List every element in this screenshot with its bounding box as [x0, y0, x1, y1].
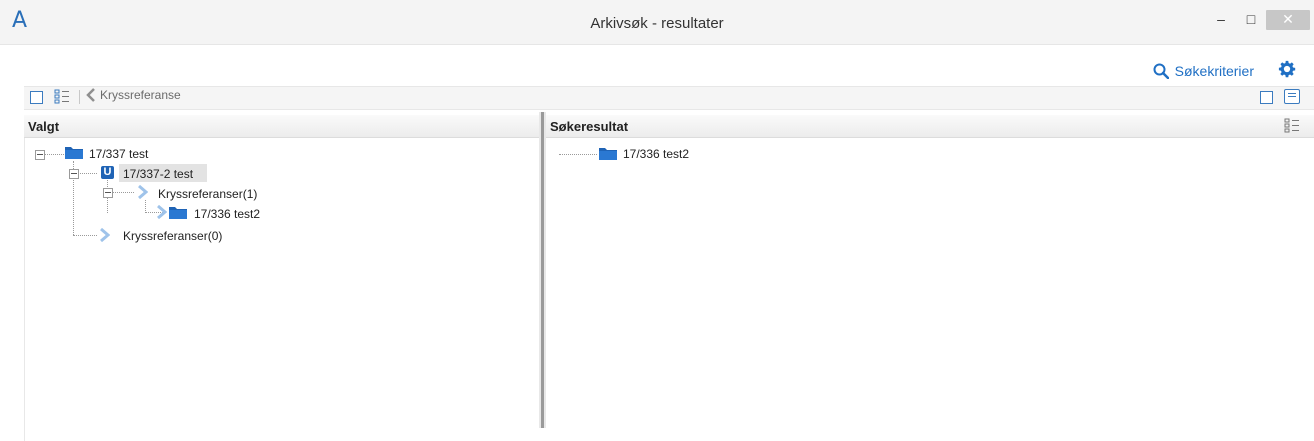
search-criteria-link[interactable]: Søkekriterier [1153, 63, 1254, 79]
document-badge-icon: U [101, 166, 114, 179]
minimize-button[interactable]: – [1208, 10, 1234, 30]
select-all-checkbox[interactable] [30, 91, 43, 104]
tree-node-xref-leaf[interactable]: 17/336 test2 [194, 207, 260, 221]
tree-expander[interactable] [35, 150, 45, 160]
search-criteria-label: Søkekriterier [1174, 63, 1254, 79]
toolbar [24, 86, 1314, 110]
pane-splitter[interactable] [539, 112, 546, 428]
tree-node-xref-root[interactable]: Kryssreferanser(0) [123, 229, 222, 243]
maximize-button[interactable]: □ [1238, 10, 1264, 30]
back-button[interactable]: Kryssreferanse [86, 88, 181, 102]
search-icon [1153, 63, 1169, 79]
folder-icon [599, 148, 617, 160]
comment-icon[interactable] [1284, 89, 1300, 104]
window-title: Arkivsøk - resultater [590, 15, 724, 32]
search-result-title: Søkeresultat [550, 119, 629, 134]
tree-node-child[interactable]: 17/337-2 test [123, 167, 193, 181]
tree-expander[interactable] [69, 169, 79, 179]
tree-node-root[interactable]: 17/337 test [89, 147, 148, 161]
result-item[interactable]: 17/336 test2 [623, 147, 689, 161]
chevron-right-icon [100, 228, 110, 242]
selected-pane-title: Valgt [28, 119, 60, 134]
selected-pane [24, 115, 540, 441]
tree-node-xref[interactable]: Kryssreferanser(1) [158, 187, 257, 201]
settings-button[interactable] [1278, 60, 1296, 84]
tree-expander[interactable] [103, 188, 113, 198]
list-view-icon[interactable] [1284, 118, 1300, 133]
gear-icon [1278, 60, 1296, 78]
selected-pane-header: Valgt [24, 115, 539, 138]
back-label: Kryssreferanse [100, 88, 181, 102]
chevron-left-icon [86, 88, 95, 102]
close-button[interactable]: ✕ [1266, 10, 1310, 30]
chevron-right-icon [138, 185, 148, 199]
folder-icon [65, 147, 83, 159]
list-view-icon[interactable] [54, 89, 70, 104]
chevron-right-icon [157, 205, 167, 219]
search-result-header: Søkeresultat [546, 115, 1314, 138]
toolbar-separator [79, 90, 80, 104]
right-checkbox[interactable] [1260, 91, 1273, 104]
folder-icon [169, 207, 187, 219]
